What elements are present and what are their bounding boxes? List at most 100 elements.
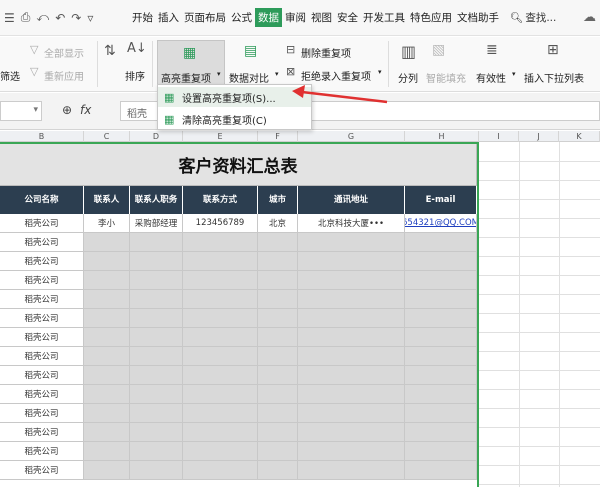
table-cell[interactable]	[84, 404, 130, 423]
search-box[interactable]: 🔍︎ 查找...	[510, 10, 556, 25]
tab-1[interactable]: 插入	[156, 8, 181, 27]
preview-icon[interactable]: ⤺	[36, 10, 49, 25]
table-cell[interactable]	[405, 423, 477, 442]
column-header-F[interactable]: F	[258, 131, 298, 142]
table-cell[interactable]	[84, 309, 130, 328]
table-cell[interactable]	[405, 252, 477, 271]
company-cell[interactable]: 稻壳公司	[0, 366, 84, 385]
table-cell[interactable]	[298, 442, 405, 461]
table-cell[interactable]: 采购部经理	[130, 214, 183, 233]
header-cell[interactable]: 联系人	[84, 186, 130, 214]
split-button[interactable]: 分列	[398, 70, 418, 85]
table-cell[interactable]	[258, 385, 298, 404]
table-cell[interactable]	[84, 461, 130, 480]
table-cell[interactable]: 北京科技大厦•••	[298, 214, 405, 233]
cloud-icon[interactable]: ☁	[583, 10, 596, 25]
tab-8[interactable]: 开发工具	[361, 8, 407, 27]
company-cell[interactable]: 稻壳公司	[0, 309, 84, 328]
tab-4[interactable]: 数据	[255, 8, 282, 27]
company-cell[interactable]: 稻壳公司	[0, 252, 84, 271]
table-cell[interactable]	[84, 233, 130, 252]
table-cell[interactable]	[84, 252, 130, 271]
table-cell[interactable]	[258, 252, 298, 271]
column-header-J[interactable]: J	[519, 131, 559, 142]
validity-button[interactable]: 有效性	[476, 70, 506, 85]
table-cell[interactable]	[405, 233, 477, 252]
table-cell[interactable]	[130, 423, 183, 442]
table-cell[interactable]: 北京	[258, 214, 298, 233]
company-cell[interactable]: 稻壳公司	[0, 442, 84, 461]
customize-icon[interactable]: ▿	[87, 11, 93, 25]
table-cell[interactable]	[183, 461, 258, 480]
table-cell[interactable]	[298, 347, 405, 366]
tab-9[interactable]: 特色应用	[408, 8, 454, 27]
company-cell[interactable]: 稻壳公司	[0, 290, 84, 309]
empty-cells[interactable]	[479, 142, 600, 487]
table-cell[interactable]	[130, 309, 183, 328]
column-header-E[interactable]: E	[183, 131, 258, 142]
table-cell[interactable]	[405, 271, 477, 290]
column-header-I[interactable]: I	[479, 131, 519, 142]
table-cell[interactable]	[298, 423, 405, 442]
table-cell[interactable]	[183, 423, 258, 442]
tab-5[interactable]: 审阅	[283, 8, 308, 27]
highlight-duplicates-button[interactable]: ▦ 高亮重复项 ▾	[157, 40, 225, 90]
table-cell[interactable]	[298, 328, 405, 347]
table-cell[interactable]	[130, 366, 183, 385]
spreadsheet-grid[interactable]: 客户资料汇总表 公司名称 联系人 联系人职务 联系方式 城市 通讯地址 E-mail 稻壳公…	[0, 142, 600, 487]
company-cell[interactable]: 稻壳公司	[0, 404, 84, 423]
header-cell[interactable]: 通讯地址	[298, 186, 405, 214]
table-cell[interactable]	[258, 423, 298, 442]
header-cell[interactable]: 联系人职务	[130, 186, 183, 214]
header-cell[interactable]: 公司名称	[0, 186, 84, 214]
header-cell[interactable]: 城市	[258, 186, 298, 214]
company-cell[interactable]: 稻壳公司	[0, 423, 84, 442]
column-header-K[interactable]: K	[559, 131, 600, 142]
table-cell[interactable]	[258, 271, 298, 290]
sheet-title[interactable]: 客户资料汇总表	[0, 142, 477, 186]
menu-icon[interactable]: ☰	[4, 11, 15, 25]
table-cell[interactable]	[298, 252, 405, 271]
table-cell[interactable]	[183, 233, 258, 252]
table-cell[interactable]	[130, 404, 183, 423]
table-cell[interactable]	[84, 347, 130, 366]
redo-icon[interactable]: ↷	[71, 11, 81, 25]
table-cell[interactable]	[130, 347, 183, 366]
tab-7[interactable]: 安全	[335, 8, 360, 27]
table-cell[interactable]	[84, 442, 130, 461]
table-cell[interactable]	[405, 442, 477, 461]
table-cell[interactable]	[84, 290, 130, 309]
table-cell[interactable]	[405, 461, 477, 480]
table-cell[interactable]	[183, 328, 258, 347]
table-cell[interactable]	[84, 271, 130, 290]
table-cell[interactable]	[183, 366, 258, 385]
table-cell[interactable]	[298, 233, 405, 252]
zoom-icon[interactable]: ⊕	[62, 103, 72, 117]
show-all-button[interactable]: 全部显示	[44, 45, 84, 60]
table-cell[interactable]	[258, 328, 298, 347]
table-cell[interactable]	[183, 347, 258, 366]
table-cell[interactable]	[183, 271, 258, 290]
table-cell[interactable]: 123456789	[183, 214, 258, 233]
table-cell[interactable]	[405, 290, 477, 309]
table-cell[interactable]: 654321@QQ.COM	[405, 214, 477, 233]
table-cell[interactable]	[405, 385, 477, 404]
tab-0[interactable]: 开始	[130, 8, 155, 27]
table-cell[interactable]	[405, 309, 477, 328]
table-cell[interactable]	[258, 233, 298, 252]
table-cell[interactable]	[405, 404, 477, 423]
table-cell[interactable]	[183, 309, 258, 328]
table-cell[interactable]	[298, 404, 405, 423]
tab-6[interactable]: 视图	[309, 8, 334, 27]
table-cell[interactable]	[130, 290, 183, 309]
table-cell[interactable]	[298, 461, 405, 480]
table-cell[interactable]	[130, 461, 183, 480]
header-cell[interactable]: 联系方式	[183, 186, 258, 214]
table-cell[interactable]	[405, 328, 477, 347]
tab-10[interactable]: 文档助手	[455, 8, 501, 27]
table-cell[interactable]	[84, 385, 130, 404]
table-cell[interactable]	[258, 290, 298, 309]
table-cell[interactable]	[183, 404, 258, 423]
undo-icon[interactable]: ↶	[55, 11, 65, 25]
table-cell[interactable]	[183, 252, 258, 271]
